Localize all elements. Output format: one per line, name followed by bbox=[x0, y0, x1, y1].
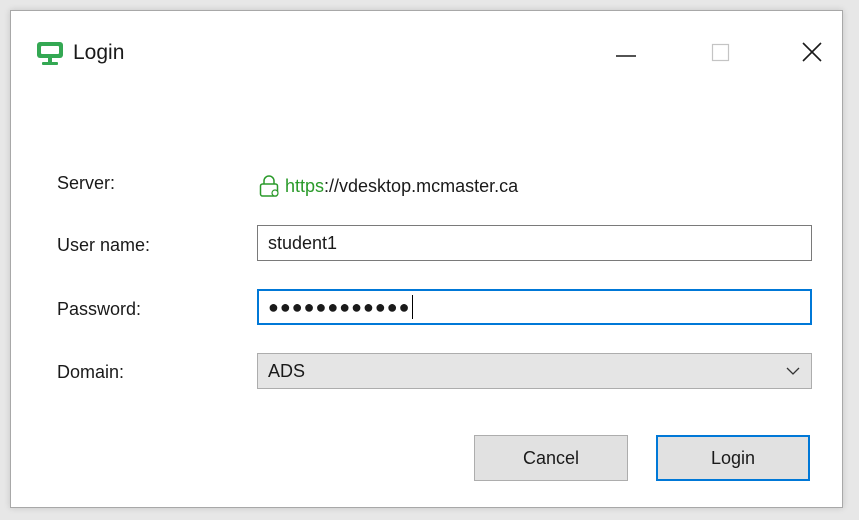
window-title: Login bbox=[73, 41, 125, 64]
server-label: Server: bbox=[57, 173, 116, 193]
password-label: Password: bbox=[57, 299, 142, 319]
username-label: User name: bbox=[57, 235, 151, 255]
monitor-icon bbox=[36, 41, 64, 67]
title-bar[interactable]: Login bbox=[11, 11, 842, 87]
password-mask: ●●●●●●●●●●●● bbox=[268, 296, 411, 317]
server-url: https://vdesktop.mcmaster.ca bbox=[257, 173, 518, 199]
username-input[interactable] bbox=[257, 225, 812, 261]
text-caret bbox=[412, 295, 414, 319]
lock-icon bbox=[257, 174, 281, 198]
cancel-button[interactable]: Cancel bbox=[474, 435, 628, 481]
domain-label: Domain: bbox=[57, 362, 125, 382]
server-host: ://vdesktop.mcmaster.ca bbox=[324, 175, 519, 196]
domain-select[interactable]: ADS bbox=[257, 353, 812, 389]
login-dialog: Login Server: https://vdesktop.mcmaster… bbox=[10, 10, 843, 508]
domain-selected-value: ADS bbox=[268, 360, 306, 381]
login-button[interactable]: Login bbox=[656, 435, 810, 481]
password-input[interactable]: ●●●●●●●●●●●● bbox=[257, 289, 812, 325]
chevron-down-icon bbox=[785, 363, 801, 379]
minimize-button[interactable] bbox=[603, 35, 649, 71]
maximize-button[interactable] bbox=[697, 35, 743, 71]
server-scheme: https bbox=[285, 175, 325, 196]
close-button[interactable] bbox=[789, 35, 835, 71]
